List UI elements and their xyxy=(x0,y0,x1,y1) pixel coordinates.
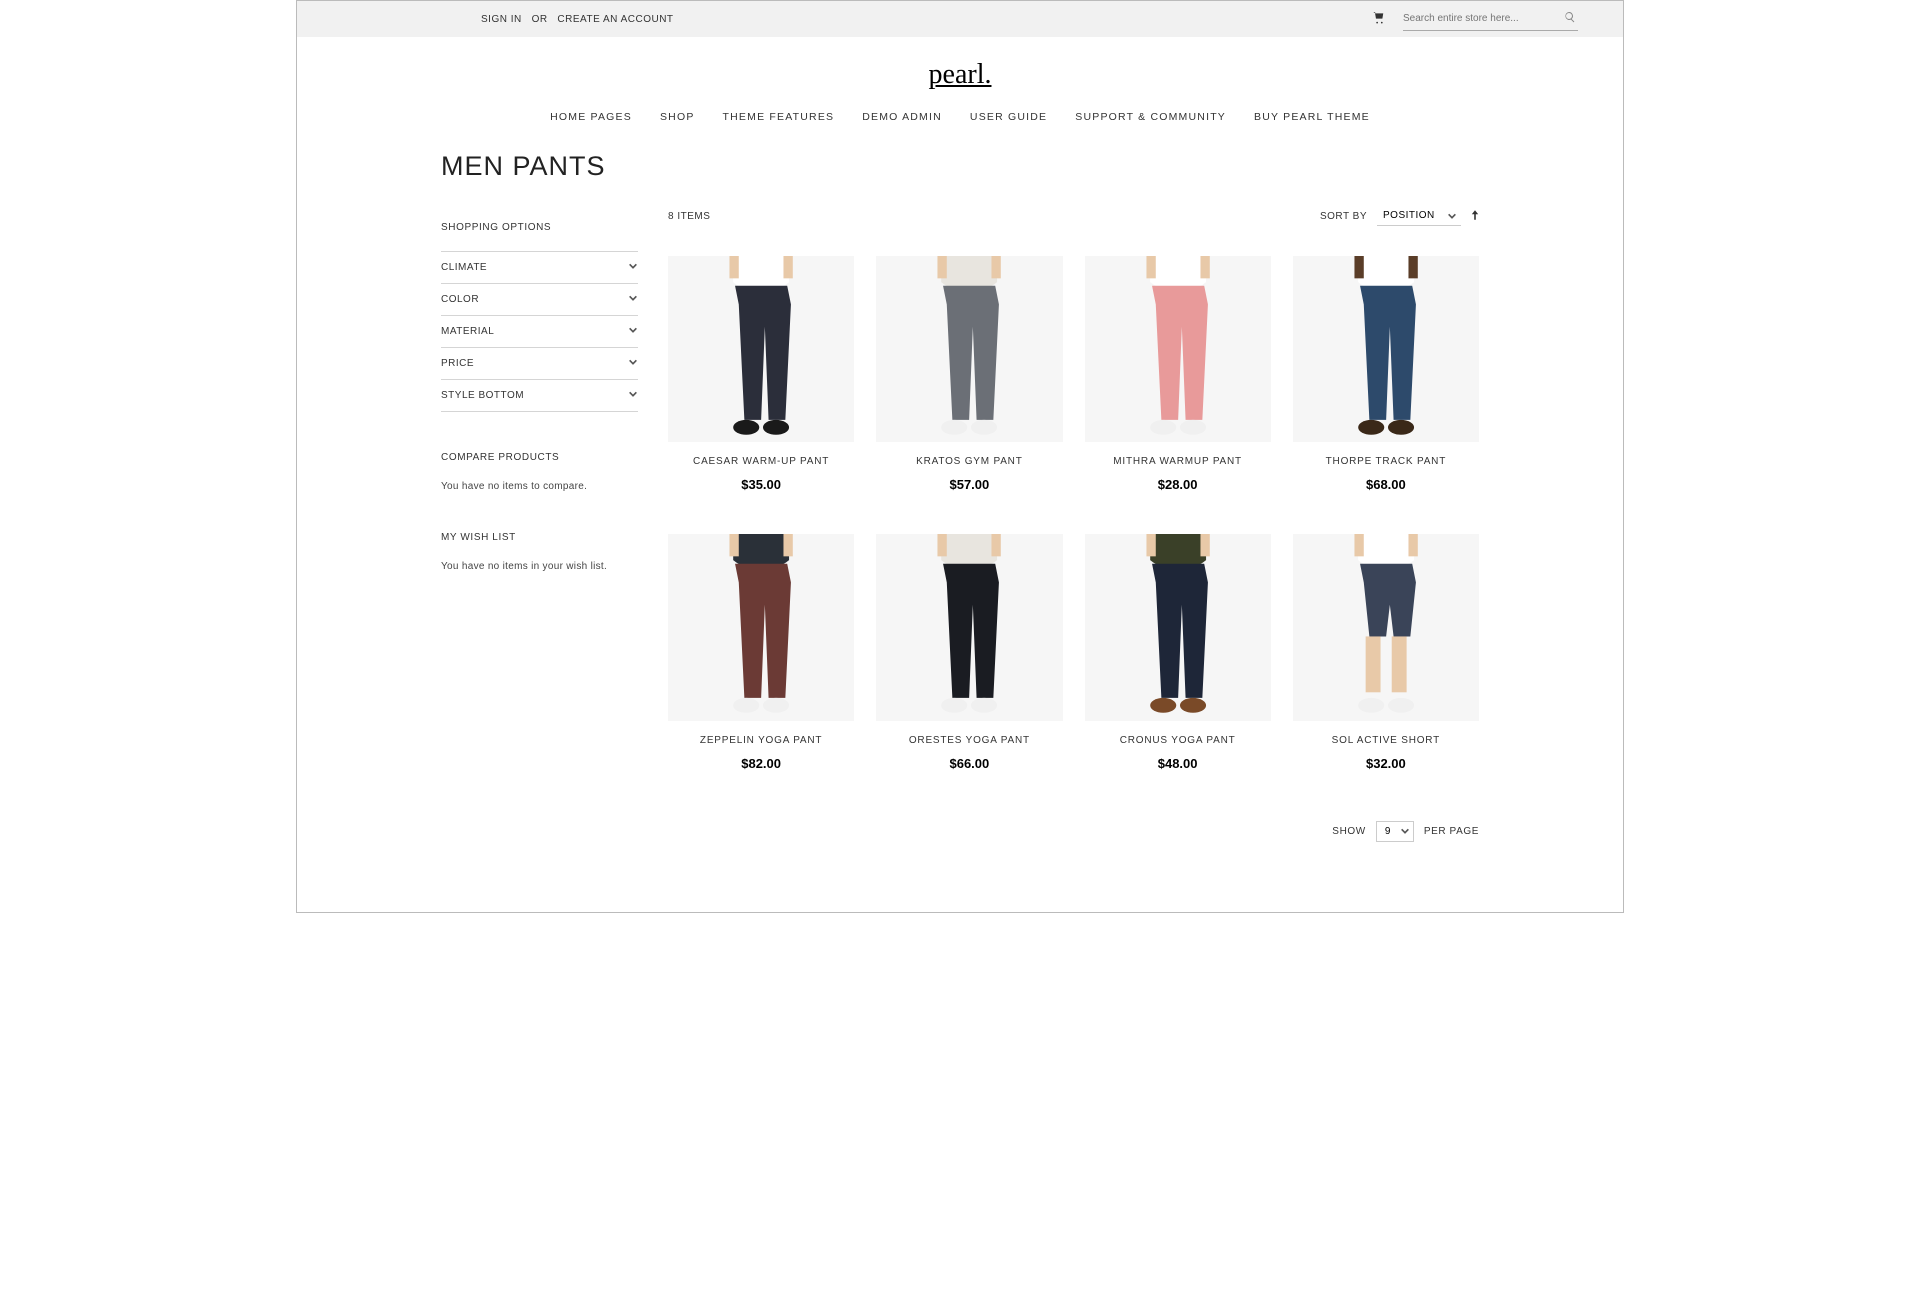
product-price: $35.00 xyxy=(668,477,854,492)
item-count: 8 ITEMS xyxy=(668,211,710,222)
nav-support[interactable]: SUPPORT & COMMUNITY xyxy=(1075,111,1226,123)
main-content: 8 ITEMS SORT BY POSITION xyxy=(668,202,1479,872)
logo-row: pearl. xyxy=(297,37,1623,97)
product-price: $68.00 xyxy=(1293,477,1479,492)
product-card: KRATOS GYM PANT $57.00 xyxy=(876,256,1062,492)
product-name-link[interactable]: MITHRA WARMUP PANT xyxy=(1085,456,1271,467)
filter-label: COLOR xyxy=(441,294,479,305)
product-price: $48.00 xyxy=(1085,756,1271,771)
sort-by-label: SORT BY xyxy=(1320,211,1367,222)
search-icon[interactable] xyxy=(1564,11,1576,26)
filter-material[interactable]: MATERIAL xyxy=(441,316,638,348)
sign-in-link[interactable]: SIGN IN xyxy=(481,14,522,25)
nav-shop[interactable]: SHOP xyxy=(660,111,695,123)
or-label: OR xyxy=(532,14,548,25)
sort-direction-button[interactable] xyxy=(1471,210,1479,223)
filter-color[interactable]: COLOR xyxy=(441,284,638,316)
product-card: ORESTES YOGA PANT $66.00 xyxy=(876,534,1062,770)
product-name-link[interactable]: CRONUS YOGA PANT xyxy=(1085,735,1271,746)
product-image-link[interactable] xyxy=(1293,256,1479,442)
product-card: CRONUS YOGA PANT $48.00 xyxy=(1085,534,1271,770)
sidebar: SHOPPING OPTIONS CLIMATE COLOR MATERIAL PRI… xyxy=(441,202,638,872)
create-account-link[interactable]: CREATE AN ACCOUNT xyxy=(557,14,673,25)
nav-demo-admin[interactable]: DEMO ADMIN xyxy=(862,111,942,123)
top-bar: SIGN IN OR CREATE AN ACCOUNT xyxy=(297,1,1623,37)
filter-label: PRICE xyxy=(441,358,474,369)
page-title-wrap: MEN PANTS xyxy=(297,141,1623,202)
compare-empty: You have no items to compare. xyxy=(441,481,638,492)
nav-theme-features[interactable]: THEME FEATURES xyxy=(723,111,835,123)
nav-user-guide[interactable]: USER GUIDE xyxy=(970,111,1047,123)
sort-select[interactable]: POSITION xyxy=(1377,206,1461,226)
filter-label: STYLE BOTTOM xyxy=(441,390,524,401)
wishlist-title: MY WISH LIST xyxy=(441,532,638,543)
product-name-link[interactable]: CAESAR WARM-UP PANT xyxy=(668,456,854,467)
filter-style-bottom[interactable]: STYLE BOTTOM xyxy=(441,380,638,412)
product-card: MITHRA WARMUP PANT $28.00 xyxy=(1085,256,1271,492)
per-page-label: PER PAGE xyxy=(1424,826,1479,837)
cart-icon[interactable] xyxy=(1371,11,1385,28)
compare-title: COMPARE PRODUCTS xyxy=(441,452,638,463)
product-price: $28.00 xyxy=(1085,477,1271,492)
product-name-link[interactable]: THORPE TRACK PANT xyxy=(1293,456,1479,467)
product-image-link[interactable] xyxy=(876,256,1062,442)
chevron-down-icon xyxy=(628,261,638,274)
chevron-down-icon xyxy=(628,325,638,338)
product-name-link[interactable]: KRATOS GYM PANT xyxy=(876,456,1062,467)
topbar-links: SIGN IN OR CREATE AN ACCOUNT xyxy=(481,14,674,25)
product-price: $66.00 xyxy=(876,756,1062,771)
product-image-link[interactable] xyxy=(1085,256,1271,442)
nav-buy-theme[interactable]: BUY PEARL THEME xyxy=(1254,111,1370,123)
product-card: CAESAR WARM-UP PANT $35.00 xyxy=(668,256,854,492)
product-image-link[interactable] xyxy=(668,534,854,720)
chevron-down-icon xyxy=(628,357,638,370)
product-name-link[interactable]: ZEPPELIN YOGA PANT xyxy=(668,735,854,746)
product-name-link[interactable]: SOL ACTIVE SHORT xyxy=(1293,735,1479,746)
shopping-options-title: SHOPPING OPTIONS xyxy=(441,222,638,233)
filter-climate[interactable]: CLIMATE xyxy=(441,251,638,284)
chevron-down-icon xyxy=(628,293,638,306)
filter-price[interactable]: PRICE xyxy=(441,348,638,380)
nav-home-pages[interactable]: HOME PAGES xyxy=(550,111,632,123)
chevron-down-icon xyxy=(628,389,638,402)
toolbar-bottom: SHOW 9 PER PAGE xyxy=(668,771,1479,872)
product-price: $32.00 xyxy=(1293,756,1479,771)
search-input[interactable] xyxy=(1403,7,1578,30)
product-card: ZEPPELIN YOGA PANT $82.00 xyxy=(668,534,854,770)
wishlist-empty: You have no items in your wish list. xyxy=(441,561,638,572)
filter-label: MATERIAL xyxy=(441,326,494,337)
toolbar-top: 8 ITEMS SORT BY POSITION xyxy=(668,202,1479,256)
page-title: MEN PANTS xyxy=(441,151,1623,182)
product-price: $57.00 xyxy=(876,477,1062,492)
product-card: SOL ACTIVE SHORT $32.00 xyxy=(1293,534,1479,770)
show-label: SHOW xyxy=(1332,826,1366,837)
search-wrap xyxy=(1403,7,1578,31)
product-grid: CAESAR WARM-UP PANT $35.00 KRATOS GYM PAN… xyxy=(668,256,1479,771)
product-image-link[interactable] xyxy=(1085,534,1271,720)
product-card: THORPE TRACK PANT $68.00 xyxy=(1293,256,1479,492)
product-name-link[interactable]: ORESTES YOGA PANT xyxy=(876,735,1062,746)
limiter-select[interactable]: 9 xyxy=(1376,821,1414,842)
product-image-link[interactable] xyxy=(668,256,854,442)
main-nav: HOME PAGES SHOP THEME FEATURES DEMO ADMI… xyxy=(297,97,1623,141)
product-price: $82.00 xyxy=(668,756,854,771)
product-image-link[interactable] xyxy=(1293,534,1479,720)
product-image-link[interactable] xyxy=(876,534,1062,720)
filter-label: CLIMATE xyxy=(441,262,487,273)
site-logo[interactable]: pearl. xyxy=(929,59,992,90)
